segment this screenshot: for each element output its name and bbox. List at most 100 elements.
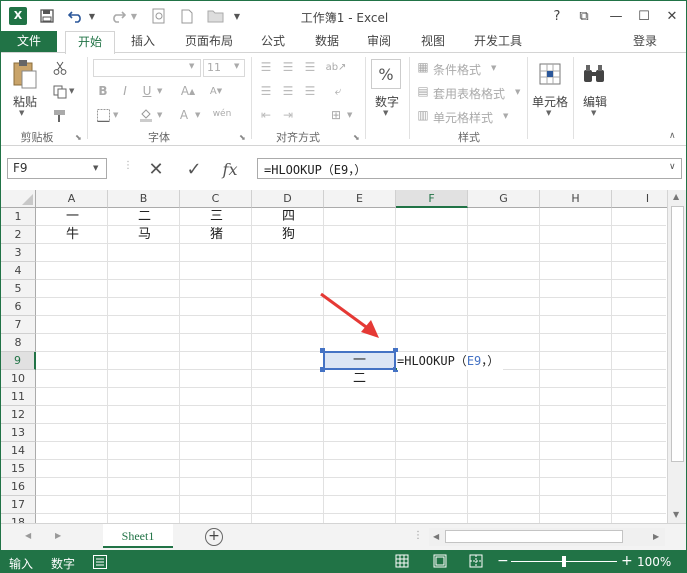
zoom-out-icon[interactable]: − <box>497 553 509 569</box>
zoom-slider-thumb[interactable] <box>562 556 566 567</box>
orientation-icon[interactable]: ab↗ <box>326 59 347 75</box>
row-header-9[interactable]: 9 <box>1 352 36 370</box>
tab-data[interactable]: 数据 <box>305 31 349 53</box>
conditional-formatting-button[interactable]: 条件格式 <box>433 61 481 78</box>
ribbon-display-options-icon[interactable]: ⧉ <box>571 5 597 27</box>
add-sheet-icon[interactable]: + <box>205 528 223 546</box>
row-header-8[interactable]: 8 <box>1 334 36 352</box>
align-bottom-icon[interactable]: ☰ <box>301 59 319 75</box>
paste-button[interactable]: 粘贴 <box>7 93 43 110</box>
italic-icon[interactable]: I <box>117 83 133 99</box>
worksheet-grid[interactable]: ABCDEFGHI 1 2 3 4 5 6 7 8 9 10 11 12 13 14 15 16 17 18 一 … <box>1 190 686 523</box>
column-header-d[interactable]: D <box>252 190 324 208</box>
increase-indent-icon[interactable]: ⇥ <box>279 107 297 123</box>
clipboard-launcher-icon[interactable]: ⬊ <box>75 133 82 142</box>
cut-icon[interactable] <box>51 59 69 77</box>
format-as-table-icon[interactable]: ▤ <box>415 83 431 99</box>
maximize-button[interactable]: ☐ <box>631 5 657 27</box>
bold-icon[interactable]: B <box>95 83 111 99</box>
cell-b2[interactable]: 马 <box>109 226 180 244</box>
zoom-slider[interactable] <box>511 556 617 567</box>
horizontal-scrollbar[interactable]: ◀ ▶ <box>429 528 665 546</box>
copy-dropdown-icon[interactable]: ▼ <box>69 87 74 95</box>
underline-dropdown-icon[interactable]: ▼ <box>157 87 162 95</box>
decrease-font-icon[interactable]: A ▼ <box>207 83 225 99</box>
formula-input[interactable]: =HLOOKUP（E9，） <box>257 158 682 179</box>
align-right-icon[interactable]: ☰ <box>301 83 319 99</box>
number-button[interactable]: 数字 <box>371 93 403 110</box>
column-header-c[interactable]: C <box>180 190 252 208</box>
number-format-icon[interactable]: % <box>371 59 401 89</box>
row-header-3[interactable]: 3 <box>1 244 36 262</box>
paste-icon[interactable] <box>11 59 39 89</box>
merge-dropdown-icon[interactable]: ▼ <box>347 111 352 119</box>
phonetic-icon[interactable]: wén <box>211 105 233 123</box>
cells-button[interactable]: 单元格 <box>529 93 571 110</box>
merge-center-icon[interactable]: ⊞ <box>327 107 345 123</box>
font-size-dropdown-icon[interactable]: ▼ <box>234 62 239 70</box>
macro-record-icon[interactable] <box>93 555 107 569</box>
font-launcher-icon[interactable]: ⬊ <box>239 133 246 142</box>
row-header-14[interactable]: 14 <box>1 442 36 460</box>
borders-dropdown-icon[interactable]: ▼ <box>113 111 118 119</box>
cells-dropdown-icon[interactable]: ▼ <box>546 109 551 117</box>
page-layout-view-icon[interactable] <box>433 554 447 571</box>
column-header-f[interactable]: F <box>396 190 468 208</box>
editing-button[interactable]: 编辑 <box>577 93 613 110</box>
expand-formula-bar-icon[interactable]: ∨ <box>669 162 676 172</box>
row-header-5[interactable]: 5 <box>1 280 36 298</box>
insert-function-icon[interactable]: fx <box>215 158 245 180</box>
scroll-left-icon[interactable]: ◀ <box>433 532 439 541</box>
cell-styles-icon[interactable]: ▥ <box>415 107 431 123</box>
next-sheet-icon[interactable]: ▶ <box>55 531 61 540</box>
row-header-2[interactable]: 2 <box>1 226 36 244</box>
row-header-4[interactable]: 4 <box>1 262 36 280</box>
tab-view[interactable]: 视图 <box>411 31 455 53</box>
zoom-in-icon[interactable]: + <box>621 553 633 569</box>
column-header-h[interactable]: H <box>540 190 612 208</box>
copy-icon[interactable] <box>51 83 69 101</box>
cell-d1[interactable]: 四 <box>253 208 324 226</box>
column-header-g[interactable]: G <box>468 190 540 208</box>
font-color-dropdown-icon[interactable]: ▼ <box>195 111 200 119</box>
tab-file[interactable]: 文件 <box>1 31 57 53</box>
zoom-level[interactable]: 100% <box>637 555 671 569</box>
row-header-6[interactable]: 6 <box>1 298 36 316</box>
increase-font-icon[interactable]: A ▲ <box>179 83 197 99</box>
tab-developer[interactable]: 开发工具 <box>465 31 531 53</box>
align-top-icon[interactable]: ☰ <box>257 59 275 75</box>
underline-icon[interactable]: U <box>139 83 155 99</box>
row-header-13[interactable]: 13 <box>1 424 36 442</box>
number-dropdown-icon[interactable]: ▼ <box>383 109 388 117</box>
tab-page-layout[interactable]: 页面布局 <box>177 31 241 53</box>
row-header-7[interactable]: 7 <box>1 316 36 334</box>
select-all-corner[interactable] <box>1 190 36 208</box>
row-header-15[interactable]: 15 <box>1 460 36 478</box>
row-header-11[interactable]: 11 <box>1 388 36 406</box>
cancel-icon[interactable]: ✕ <box>143 158 169 180</box>
scroll-down-icon[interactable]: ▼ <box>673 510 679 519</box>
cell-a1[interactable]: 一 <box>37 208 108 226</box>
close-button[interactable]: ✕ <box>659 5 685 27</box>
cell-e9[interactable]: 一 <box>325 352 394 370</box>
conditional-formatting-dropdown-icon[interactable]: ▼ <box>491 64 496 72</box>
scroll-up-icon[interactable]: ▲ <box>673 192 679 201</box>
format-as-table-dropdown-icon[interactable]: ▼ <box>515 88 520 96</box>
font-family-dropdown-icon[interactable]: ▼ <box>189 62 194 70</box>
minimize-button[interactable]: — <box>603 5 629 27</box>
cell-b1[interactable]: 二 <box>109 208 180 226</box>
conditional-formatting-icon[interactable]: ▦ <box>415 59 431 75</box>
wrap-text-icon[interactable]: ⤶ <box>329 83 347 99</box>
align-center-icon[interactable]: ☰ <box>279 83 297 99</box>
tab-insert[interactable]: 插入 <box>121 31 165 53</box>
signin-link[interactable]: 登录 <box>625 31 665 53</box>
editing-dropdown-icon[interactable]: ▼ <box>591 109 596 117</box>
cell-e10[interactable]: 二 <box>325 370 394 388</box>
paste-dropdown-icon[interactable]: ▼ <box>19 109 24 117</box>
row-header-16[interactable]: 16 <box>1 478 36 496</box>
name-box-dropdown-icon[interactable]: ▼ <box>93 164 98 172</box>
name-box[interactable]: F9 <box>7 158 107 179</box>
align-left-icon[interactable]: ☰ <box>257 83 275 99</box>
normal-view-icon[interactable] <box>395 554 409 571</box>
page-break-view-icon[interactable] <box>469 554 483 571</box>
